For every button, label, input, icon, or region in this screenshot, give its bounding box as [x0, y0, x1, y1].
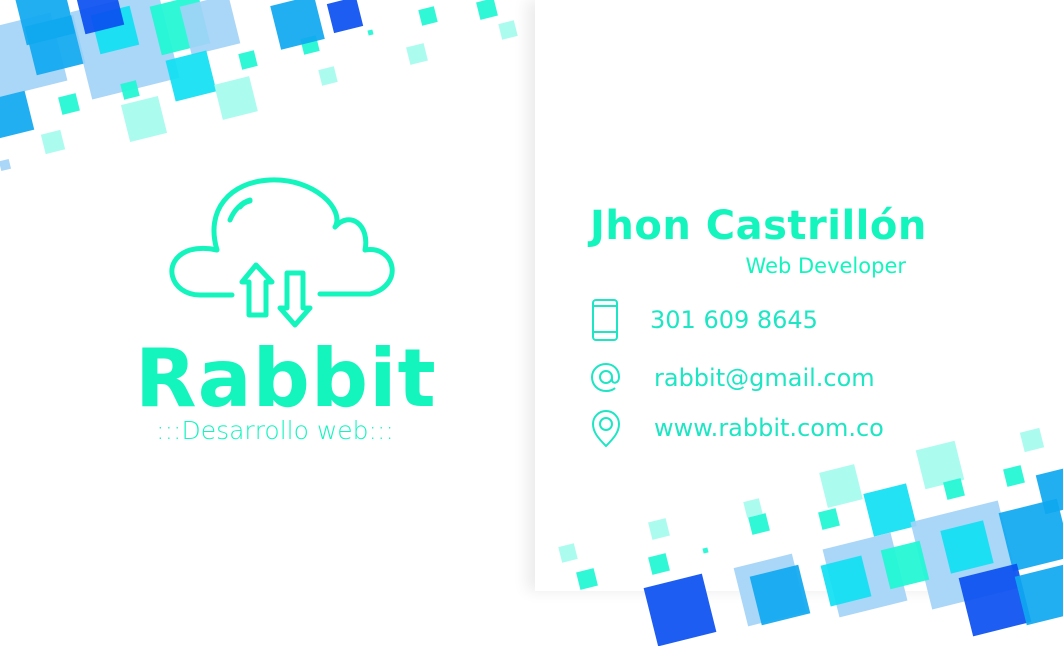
decorative-square	[120, 95, 168, 143]
website-url[interactable]: www.rabbit.com.co	[654, 414, 884, 442]
email-address[interactable]: rabbit@gmail.com	[654, 364, 875, 392]
decorative-square	[214, 76, 258, 120]
person-role: Web Developer	[745, 254, 906, 278]
location-pin-icon	[591, 410, 621, 448]
brand-name: Rabbit	[135, 332, 437, 425]
decorative-square	[70, 0, 180, 100]
decorative-square	[149, 0, 211, 56]
decorative-square	[418, 6, 438, 26]
decorative-square	[0, 90, 35, 140]
decorative-square	[498, 20, 518, 40]
decorative-square	[165, 50, 217, 102]
decorative-square	[476, 0, 498, 20]
decorative-square	[24, 14, 86, 76]
phone-icon	[592, 299, 618, 341]
decorative-square	[40, 129, 66, 155]
decorative-square	[90, 5, 140, 55]
decorative-square	[179, 0, 241, 56]
person-name: Jhon Castrillón	[590, 203, 927, 249]
decorative-square	[406, 43, 428, 65]
decorative-square	[75, 0, 125, 35]
brand-tagline: :::Desarrollo web:::	[156, 416, 394, 445]
phone-number: 301 609 8645	[650, 306, 818, 334]
decorative-square	[14, 0, 76, 46]
decorative-square	[318, 66, 338, 86]
decorative-square	[238, 50, 258, 70]
decorative-square	[270, 0, 325, 50]
decorative-square	[300, 35, 320, 55]
decorative-square	[367, 29, 374, 36]
decorative-square	[58, 93, 80, 115]
contact-phone: 301 609 8645	[590, 298, 818, 342]
decorative-square	[326, 0, 364, 34]
decorative-square	[0, 12, 68, 98]
contact-email: rabbit@gmail.com	[590, 356, 875, 400]
contact-website: www.rabbit.com.co	[590, 406, 884, 450]
at-sign-icon	[590, 362, 621, 393]
decorative-square	[0, 158, 12, 172]
decorative-square	[120, 80, 140, 100]
contact-panel	[535, 0, 1063, 591]
